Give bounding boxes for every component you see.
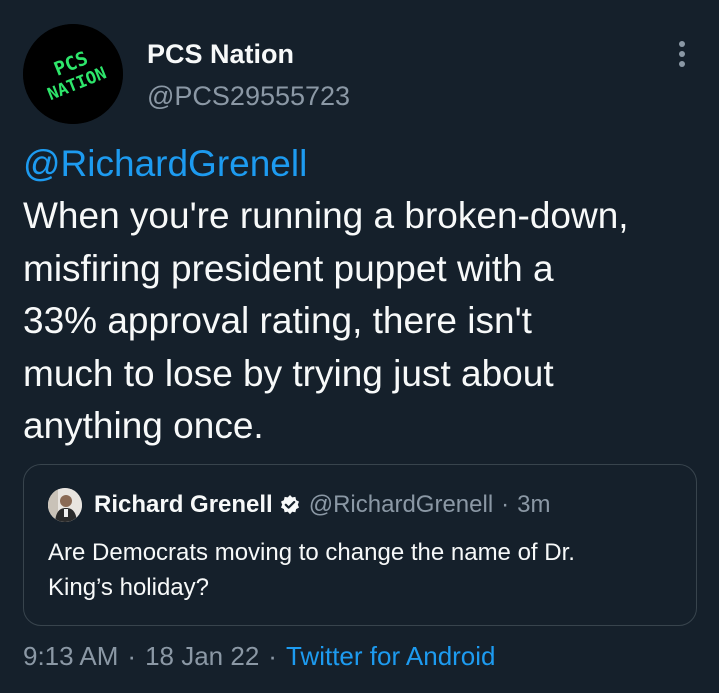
author-avatar[interactable]: PCS NATION [23,24,123,124]
person-avatar-icon [48,488,82,522]
quoted-text-line: King’s holiday? [48,574,210,601]
quoted-tweet-card[interactable]: Richard Grenell @RichardGrenell · 3m Are… [23,464,697,626]
more-options-button[interactable] [664,36,700,72]
tweet-text-line: misfiring president puppet with a [23,247,554,289]
tweet-text-line: When you're running a broken-down, [23,195,629,236]
quoted-tweet-text: Are Democrats moving to change the name … [48,535,678,605]
quoted-author-handle[interactable]: @RichardGrenell [309,491,493,519]
quoted-tweet-time[interactable]: 3m [517,491,550,519]
tweet-source-link[interactable]: Twitter for Android [286,641,496,672]
tweet-date[interactable]: 18 Jan 22 [145,641,259,672]
meta-separator: · [268,640,277,671]
meta-separator: · [127,640,137,671]
verified-badge-icon [279,494,301,516]
quoted-author-avatar[interactable] [48,488,82,522]
author-name[interactable]: PCS Nation [147,38,294,70]
tweet-mention-link[interactable]: @RichardGrenell [23,138,307,190]
tweet-text-line: 33% approval rating, there isn't [23,300,532,341]
tweet-text: When you're running a broken-down, misfi… [23,190,703,453]
tweet-text-line: much to lose by trying just about [23,352,554,394]
tweet-meta: 9:13 AM · 18 Jan 22 · Twitter for Androi… [23,638,496,674]
quoted-text-line: Are Democrats moving to change the name … [48,539,575,566]
author-handle[interactable]: @PCS29555723 [147,80,350,112]
quoted-tweet-header: Richard Grenell @RichardGrenell · 3m [94,489,551,521]
avatar-logo: PCS NATION [23,24,123,124]
more-vertical-icon [679,41,685,67]
tweet-text-line: anything once. [23,405,264,446]
quoted-header-separator: · [501,491,510,518]
tweet: PCS NATION PCS Nation @PCS29555723 @Rich… [0,0,719,693]
tweet-time[interactable]: 9:13 AM [23,641,118,672]
quoted-author-name[interactable]: Richard Grenell [94,491,273,519]
